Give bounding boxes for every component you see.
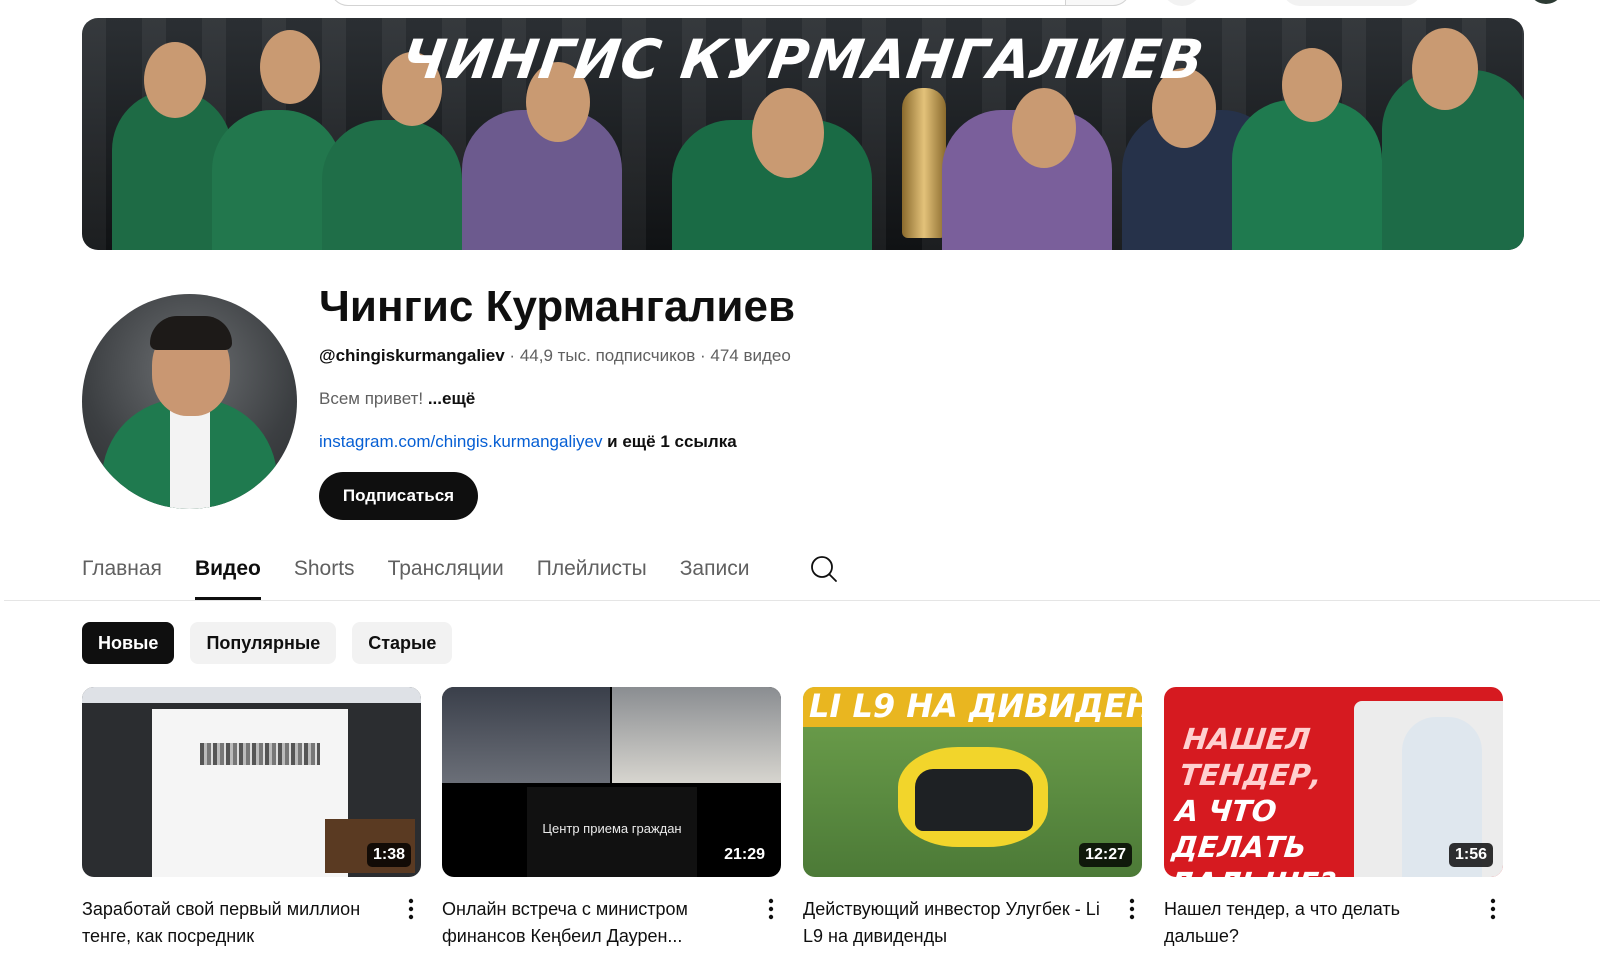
- thumb-browser-bar: [82, 687, 421, 703]
- more-links[interactable]: и ещё 1 ссылка: [602, 432, 737, 451]
- video-duration: 12:27: [1079, 843, 1132, 867]
- video-duration: 21:29: [718, 843, 771, 867]
- tabs-divider: [4, 600, 1600, 601]
- tab-shorts[interactable]: Shorts: [294, 555, 355, 600]
- video-card[interactable]: НАШЕЛ ТЕНДЕР, А ЧТО ДЕЛАТЬ ДАЛЬШЕ? 1:56 …: [1164, 687, 1503, 946]
- video-thumbnail[interactable]: LI L9 НА ДИВИДЕНДЫ 12:27: [803, 687, 1142, 877]
- thumb-text: LI L9 НА ДИВИДЕНДЫ: [809, 687, 1142, 725]
- banner-figure: [1232, 100, 1382, 250]
- video-title[interactable]: Онлайн встреча с министром финансов Кеңб…: [442, 896, 742, 950]
- banner-figure-head: [752, 88, 824, 178]
- mic-button[interactable]: [1162, 0, 1202, 6]
- more-vert-icon[interactable]: [1483, 896, 1503, 922]
- description-more[interactable]: ...ещё: [428, 389, 475, 408]
- meta-separator: ·: [695, 346, 711, 365]
- channel-links: instagram.com/chingis.kurmangaliyev и ещ…: [319, 432, 737, 452]
- thumb-qr-strip: [200, 743, 320, 765]
- chess-queen: [902, 88, 946, 238]
- video-title[interactable]: Заработай свой первый миллион тенге, как…: [82, 896, 382, 950]
- chip-oldest[interactable]: Старые: [352, 622, 453, 664]
- subscribe-button[interactable]: Подписаться: [319, 472, 478, 520]
- tab-playlists[interactable]: Плейлисты: [537, 555, 647, 600]
- video-card[interactable]: LI L9 НА ДИВИДЕНДЫ 12:27 Действующий инв…: [803, 687, 1142, 946]
- banner-figure-head: [1012, 88, 1076, 168]
- account-avatar[interactable]: [1528, 0, 1564, 4]
- video-thumbnail[interactable]: 1:38: [82, 687, 421, 877]
- avatar-shirt: [170, 404, 210, 509]
- video-card[interactable]: 1:38 Заработай свой первый миллион тенге…: [82, 687, 421, 946]
- description-text: Всем привет!: [319, 389, 428, 408]
- video-title[interactable]: Нашел тендер, а что делать дальше?: [1164, 896, 1464, 950]
- channel-avatar[interactable]: [82, 294, 297, 509]
- more-vert-icon[interactable]: [761, 896, 781, 922]
- sort-chips: Новые Популярные Старые: [82, 622, 468, 664]
- thumb-video-left: [442, 687, 610, 783]
- video-card[interactable]: Центр приема граждан 21:29 Онлайн встреч…: [442, 687, 781, 946]
- channel-description[interactable]: Всем привет! ...ещё: [319, 389, 475, 409]
- video-duration: 1:56: [1448, 843, 1493, 867]
- tab-home[interactable]: Главная: [82, 555, 162, 600]
- channel-meta: @chingiskurmangaliev · 44,9 тыс. подписч…: [319, 346, 791, 366]
- video-thumbnail[interactable]: НАШЕЛ ТЕНДЕР, А ЧТО ДЕЛАТЬ ДАЛЬШЕ? 1:56: [1164, 687, 1503, 877]
- channel-tabs: Главная Видео Shorts Трансляции Плейлист…: [82, 555, 782, 600]
- tab-posts[interactable]: Записи: [680, 555, 750, 600]
- channel-banner: ЧИНГИС КУРМАНГАЛИЕВ: [82, 18, 1524, 250]
- video-title[interactable]: Действующий инвестор Улугбек - Li L9 на …: [803, 896, 1103, 950]
- more-vert-icon[interactable]: [1122, 896, 1142, 922]
- video-duration: 1:38: [366, 843, 411, 867]
- chip-latest[interactable]: Новые: [82, 622, 175, 664]
- tab-live[interactable]: Трансляции: [388, 555, 504, 600]
- thumb-document: [152, 709, 348, 877]
- chip-popular[interactable]: Популярные: [190, 622, 337, 664]
- thumb-text-line: А ЧТО ДЕЛАТЬ: [1170, 794, 1309, 864]
- search-icon[interactable]: [810, 555, 838, 583]
- avatar-hair: [150, 316, 232, 350]
- tab-videos[interactable]: Видео: [194, 555, 261, 600]
- thumb-video-right: [612, 687, 781, 783]
- thumb-text: НАШЕЛ ТЕНДЕР, А ЧТО ДЕЛАТЬ ДАЛЬШЕ?: [1167, 721, 1406, 877]
- more-vert-icon[interactable]: [401, 896, 421, 922]
- video-thumbnail[interactable]: Центр приема граждан 21:29: [442, 687, 781, 877]
- instagram-link[interactable]: instagram.com/chingis.kurmangaliyev: [319, 432, 602, 451]
- meta-separator: ·: [504, 346, 520, 365]
- thumb-car: [915, 769, 1033, 831]
- thumb-text-line: НАШЕЛ ТЕНДЕР,: [1177, 722, 1324, 792]
- banner-title: ЧИНГИС КУРМАНГАЛИЕВ: [397, 28, 1209, 91]
- thumb-text-line: ДАЛЬШЕ?: [1167, 865, 1391, 877]
- masthead: [0, 0, 1600, 14]
- banner-figure: [322, 120, 462, 250]
- video-count: 474 видео: [710, 346, 791, 365]
- channel-handle: @chingiskurmangaliev: [319, 346, 505, 365]
- masthead-search-input[interactable]: [330, 0, 1130, 6]
- thumb-caption: Центр приема граждан: [527, 787, 697, 877]
- create-button[interactable]: [1282, 0, 1422, 6]
- subscriber-count: 44,9 тыс. подписчиков: [519, 346, 696, 365]
- masthead-search-button[interactable]: [1065, 0, 1131, 6]
- channel-name: Чингис Курмангалиев: [319, 282, 795, 331]
